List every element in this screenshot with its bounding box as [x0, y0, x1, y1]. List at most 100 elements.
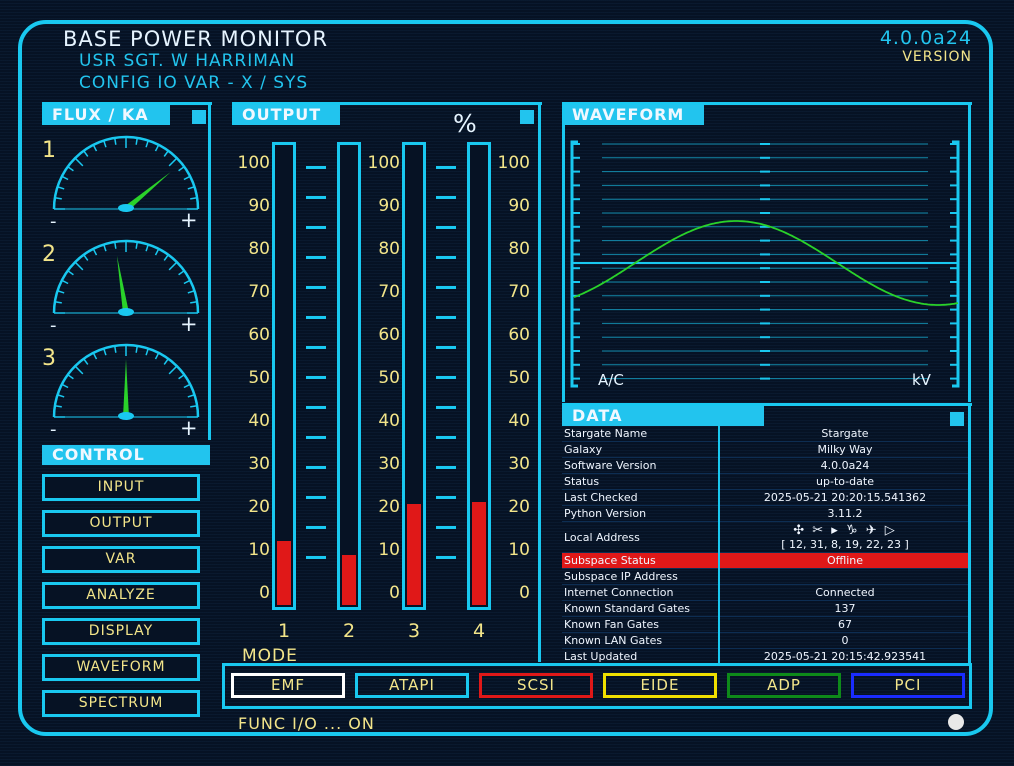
gauge-tick — [145, 244, 149, 252]
output-bar-fill — [407, 504, 421, 605]
output-scale-dash — [436, 166, 456, 169]
gauge-hub — [118, 204, 134, 212]
gauge-tick — [83, 150, 89, 157]
waveform-left-label: A/C — [598, 371, 624, 389]
output-panel-header: OUTPUT — [232, 105, 340, 125]
data-row: Python Version 3.11.2 — [562, 505, 968, 522]
gauge-tick — [154, 248, 160, 256]
gauge-minus-label: - — [50, 419, 57, 440]
control-button-var[interactable]: VAR — [42, 546, 200, 573]
data-row: Known Standard Gates 137 — [562, 600, 968, 617]
data-row: Galaxy Milky Way — [562, 441, 968, 458]
gauge-plus-label: + — [180, 208, 198, 232]
output-scale-dash — [306, 436, 326, 439]
version-number: 4.0.0a24 — [879, 27, 972, 49]
output-bar-number: 1 — [277, 620, 291, 642]
data-row: Internet Connection Connected — [562, 584, 968, 601]
control-button-display[interactable]: DISPLAY — [42, 618, 200, 645]
data-row-key: Known Standard Gates — [562, 600, 719, 617]
gauge-tick — [163, 254, 169, 261]
waveform-right-label: kV — [912, 371, 931, 389]
data-row-value: Connected — [718, 584, 968, 601]
control-button-waveform[interactable]: WAVEFORM — [42, 654, 200, 681]
gauge-plus-label: + — [180, 416, 198, 440]
output-bar-number: 4 — [472, 620, 486, 642]
data-row-value: 137 — [718, 600, 968, 617]
output-scale-dash — [306, 376, 326, 379]
output-tick-label: 0 — [519, 583, 530, 603]
mode-button-pci[interactable]: PCI — [851, 673, 965, 698]
output-scale-dash — [306, 286, 326, 289]
output-tick-label: 90 — [378, 196, 400, 216]
output-tick-label: 90 — [508, 196, 530, 216]
control-button-analyze[interactable]: ANALYZE — [42, 582, 200, 609]
gauge-tick — [92, 248, 98, 256]
output-bar-fill — [472, 501, 486, 605]
output-tick-label: 20 — [378, 497, 400, 517]
output-scale-dash — [306, 406, 326, 409]
data-row-key: Subspace Status — [562, 552, 719, 569]
mode-button-adp[interactable]: ADP — [727, 673, 841, 698]
flux-panel-square — [192, 110, 206, 124]
data-row-key: Internet Connection — [562, 584, 719, 601]
gauge-dial — [52, 135, 200, 212]
status-indicator-light — [948, 714, 964, 730]
control-button-spectrum[interactable]: SPECTRUM — [42, 690, 200, 717]
gauge-tick — [187, 290, 195, 294]
mode-button-eide[interactable]: EIDE — [603, 673, 717, 698]
data-row-value: 2025-05-21 20:20:15.541362 — [718, 489, 968, 506]
gauge-tick — [92, 144, 98, 152]
control-panel-header: CONTROL — [42, 445, 210, 465]
gauge-tick — [183, 175, 191, 181]
gauge-needle — [123, 359, 129, 417]
gauge-tick — [92, 352, 98, 360]
output-bar-4 — [467, 142, 491, 610]
gauge-minus-label: - — [50, 211, 57, 232]
output-scale-dash — [436, 496, 456, 499]
output-tick-label: 50 — [508, 368, 530, 388]
control-button-input[interactable]: INPUT — [42, 474, 200, 501]
output-bar-1 — [272, 142, 296, 610]
gauge-tick — [145, 348, 149, 356]
flux-panel-header: FLUX / KA — [42, 105, 170, 125]
output-scale-dash — [436, 466, 456, 469]
data-table-container[interactable]: Stargate Name Stargate Galaxy Milky Way Soft… — [562, 426, 968, 664]
control-button-output[interactable]: OUTPUT — [42, 510, 200, 537]
data-right-line — [968, 403, 971, 663]
output-tick-label: 10 — [248, 540, 270, 560]
gauge-tick — [74, 261, 84, 271]
data-row-value: 67 — [718, 616, 968, 633]
gauge-tick — [154, 352, 160, 360]
gauge-tick — [103, 140, 107, 148]
gauge-tick — [61, 175, 69, 181]
mode-button-emf[interactable]: EMF — [231, 673, 345, 698]
output-tick-label: 70 — [378, 282, 400, 302]
output-scale-dash — [436, 376, 456, 379]
data-row-key: Local Address — [562, 521, 719, 553]
output-scale-dash — [306, 226, 326, 229]
mode-button-atapi[interactable]: ATAPI — [355, 673, 469, 698]
output-scale-dash — [306, 166, 326, 169]
data-row: Software Version 4.0.0a24 — [562, 457, 968, 474]
gauge-tick — [187, 394, 195, 398]
output-scale-dash — [306, 316, 326, 319]
data-row: Subspace Status Offline — [562, 552, 968, 569]
output-tick-label: 40 — [508, 411, 530, 431]
gauge-tick — [74, 365, 84, 375]
output-tick-label: 40 — [248, 411, 270, 431]
output-scale-dash — [436, 196, 456, 199]
output-tick-label: 30 — [248, 454, 270, 474]
data-row-value: 4.0.0a24 — [718, 457, 968, 474]
flux-left-line — [42, 102, 45, 125]
output-scale-dash — [436, 226, 456, 229]
mode-button-scsi[interactable]: SCSI — [479, 673, 593, 698]
gauge-tick — [187, 186, 195, 190]
data-row: Last Updated 2025-05-21 20:15:42.923541 — [562, 648, 968, 664]
data-row: Known LAN Gates 0 — [562, 632, 968, 649]
flux-top-line — [42, 102, 212, 105]
gauge-tick — [163, 358, 169, 365]
output-tick-label: 0 — [389, 583, 400, 603]
gauge-tick — [74, 157, 84, 167]
version-label: VERSION — [902, 49, 972, 65]
output-scale-dash — [306, 526, 326, 529]
